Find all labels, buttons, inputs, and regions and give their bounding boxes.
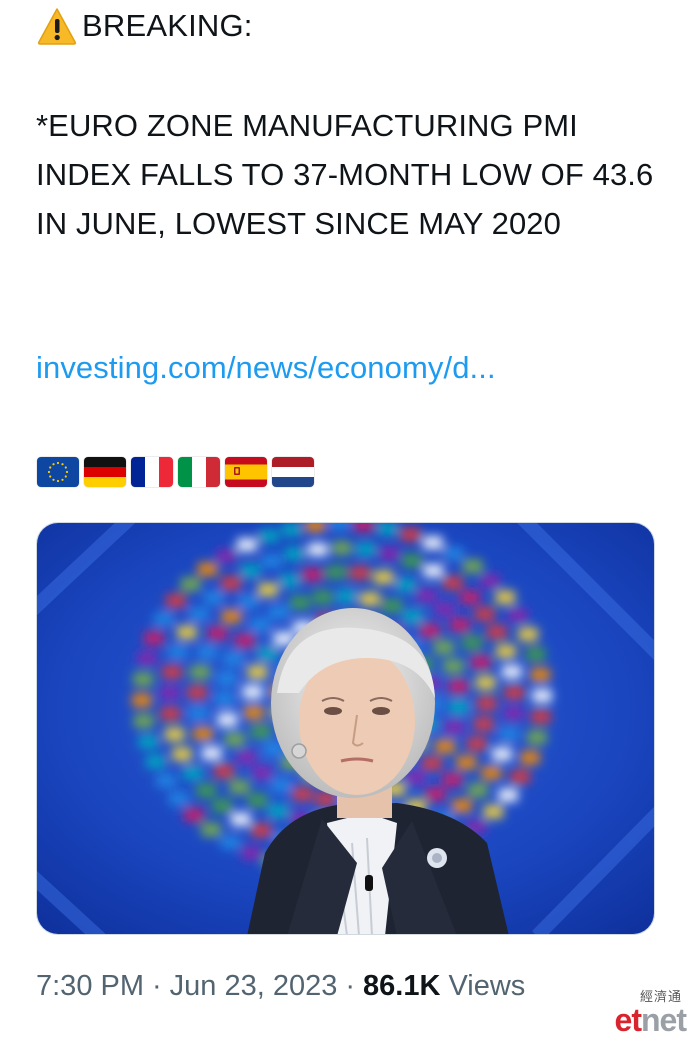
tweet-photo[interactable]	[36, 522, 655, 935]
tweet-date[interactable]: Jun 23, 2023	[170, 970, 338, 1003]
tweet: BREAKING: *EURO ZONE MANUFACTURING PMI I…	[0, 0, 690, 1036]
tweet-headline: *EURO ZONE MANUFACTURING PMI INDEX FALLS…	[36, 108, 654, 241]
tweet-time[interactable]: 7:30 PM	[36, 970, 144, 1003]
views-count[interactable]: 86.1K	[363, 970, 440, 1003]
meta-separator: ·	[152, 970, 162, 1002]
views-label: Views	[448, 970, 526, 1002]
etnet-watermark-logo: 經濟通 etnet	[596, 986, 687, 1038]
france-flag-icon	[131, 457, 173, 487]
netherlands-flag-icon	[272, 457, 314, 487]
european-union-flag-icon	[37, 457, 79, 487]
italy-flag-icon	[178, 457, 220, 487]
warning-sign-icon	[36, 6, 78, 46]
tweet-meta: 7:30 PM · Jun 23, 2023 · 86.1K Views	[36, 970, 525, 1003]
watermark-wordmark: etnet	[596, 1002, 687, 1038]
spain-flag-icon	[225, 457, 267, 487]
breaking-label: BREAKING:	[82, 8, 253, 43]
flag-row	[37, 457, 314, 487]
watermark-net: net	[641, 1002, 687, 1038]
watermark-et: et	[614, 1002, 642, 1038]
meta-separator: ·	[345, 970, 356, 1002]
article-link[interactable]: investing.com/news/economy/d...	[36, 350, 496, 386]
breaking-header: BREAKING:	[36, 4, 253, 48]
germany-flag-icon	[84, 457, 126, 487]
